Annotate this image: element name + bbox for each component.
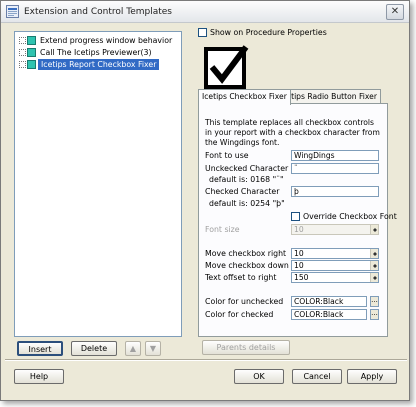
font-size-spinner[interactable]: 10 xyxy=(291,224,379,235)
color-checked-picker-button[interactable]: ... xyxy=(370,309,379,320)
font-size-label: Font size xyxy=(205,225,240,234)
tree-item-label: Icetips Report Checkbox Fixer xyxy=(38,59,160,70)
checked-character-input[interactable]: þ xyxy=(291,186,379,197)
unchecked-character-input[interactable]: ¨ xyxy=(291,163,379,174)
close-button[interactable]: ✕ xyxy=(386,4,404,20)
delete-button[interactable]: Delete xyxy=(71,341,117,356)
text-offset-value: 150 xyxy=(294,273,309,282)
template-icon xyxy=(27,48,36,57)
tree-item-label: Extend progress window behavior xyxy=(40,36,173,45)
title-bar: Extension and Control Templates ✕ xyxy=(1,1,409,23)
arrow-down-icon: ▼ xyxy=(149,344,157,353)
font-to-use-input[interactable]: WingDings xyxy=(291,150,379,161)
parents-details-button[interactable]: Parents details xyxy=(202,340,290,355)
ok-button[interactable]: OK xyxy=(234,369,284,384)
move-up-button[interactable]: ▲ xyxy=(125,341,141,356)
cancel-button[interactable]: Cancel xyxy=(292,369,342,384)
show-on-procedure-checkbox[interactable] xyxy=(198,28,207,37)
unchecked-default-note: default is: 0168 "¨" xyxy=(209,175,284,184)
spinner-arrows-icon[interactable] xyxy=(370,273,378,282)
tab-checkbox-fixer[interactable]: Icetips Checkbox Fixer xyxy=(198,89,291,105)
text-offset-spinner[interactable]: 150 xyxy=(291,272,379,283)
move-down-spinner[interactable]: 10 xyxy=(291,260,379,271)
app-icon xyxy=(6,5,19,18)
override-font-label: Override Checkbox Font xyxy=(303,212,397,221)
override-font-checkbox[interactable] xyxy=(291,212,300,221)
show-on-procedure-label: Show on Procedure Properties xyxy=(210,28,327,37)
move-right-spinner[interactable]: 10 xyxy=(291,248,379,259)
tree-expander-icon[interactable] xyxy=(19,37,26,44)
tree-expander-icon[interactable] xyxy=(19,61,26,68)
move-down-value: 10 xyxy=(294,261,304,270)
color-unchecked-picker-button[interactable]: ... xyxy=(370,296,379,307)
spinner-arrows-icon[interactable] xyxy=(370,249,378,258)
separator xyxy=(5,359,407,361)
color-unchecked-label: Color for unchecked xyxy=(205,297,284,306)
color-checked-input[interactable]: COLOR:Black xyxy=(291,309,367,320)
insert-button[interactable]: Insert xyxy=(17,341,63,356)
move-down-button[interactable]: ▼ xyxy=(145,341,161,356)
checked-character-label: Checked Character xyxy=(205,187,280,196)
tab-radio-button-fixer[interactable]: Icetips Radio Button Fixer xyxy=(276,89,381,104)
unchecked-character-label: Unckecked Character xyxy=(205,164,289,173)
tree-item-label: Call The Icetips Previewer(3) xyxy=(40,48,152,57)
font-to-use-label: Font to use xyxy=(205,151,249,160)
move-right-value: 10 xyxy=(294,249,304,258)
checked-default-note: default is: 0254 "þ" xyxy=(209,199,285,208)
color-unchecked-input[interactable]: COLOR:Black xyxy=(291,296,367,307)
arrow-up-icon: ▲ xyxy=(129,344,137,353)
spinner-arrows-icon[interactable] xyxy=(370,261,378,270)
checkmark-icon xyxy=(202,45,264,92)
window-title: Extension and Control Templates xyxy=(24,7,172,17)
spinner-arrows-icon[interactable] xyxy=(370,225,378,234)
template-icon xyxy=(27,36,36,45)
dialog-window: Extension and Control Templates ✕ Extend… xyxy=(0,0,410,401)
close-icon: ✕ xyxy=(390,6,400,17)
template-description: This template replaces all checkbox cont… xyxy=(205,118,380,147)
text-offset-label: Text offset to right xyxy=(205,273,277,282)
font-size-value: 10 xyxy=(294,225,304,234)
apply-button[interactable]: Apply xyxy=(347,369,397,384)
template-tree[interactable]: Extend progress window behavior Call The… xyxy=(14,31,182,337)
color-checked-label: Color for checked xyxy=(205,310,274,319)
template-icon xyxy=(27,60,36,69)
tree-expander-icon[interactable] xyxy=(19,49,26,56)
help-button[interactable]: Help xyxy=(14,369,64,384)
move-down-label: Move checkbox down xyxy=(205,261,289,270)
move-right-label: Move checkbox right xyxy=(205,249,287,258)
